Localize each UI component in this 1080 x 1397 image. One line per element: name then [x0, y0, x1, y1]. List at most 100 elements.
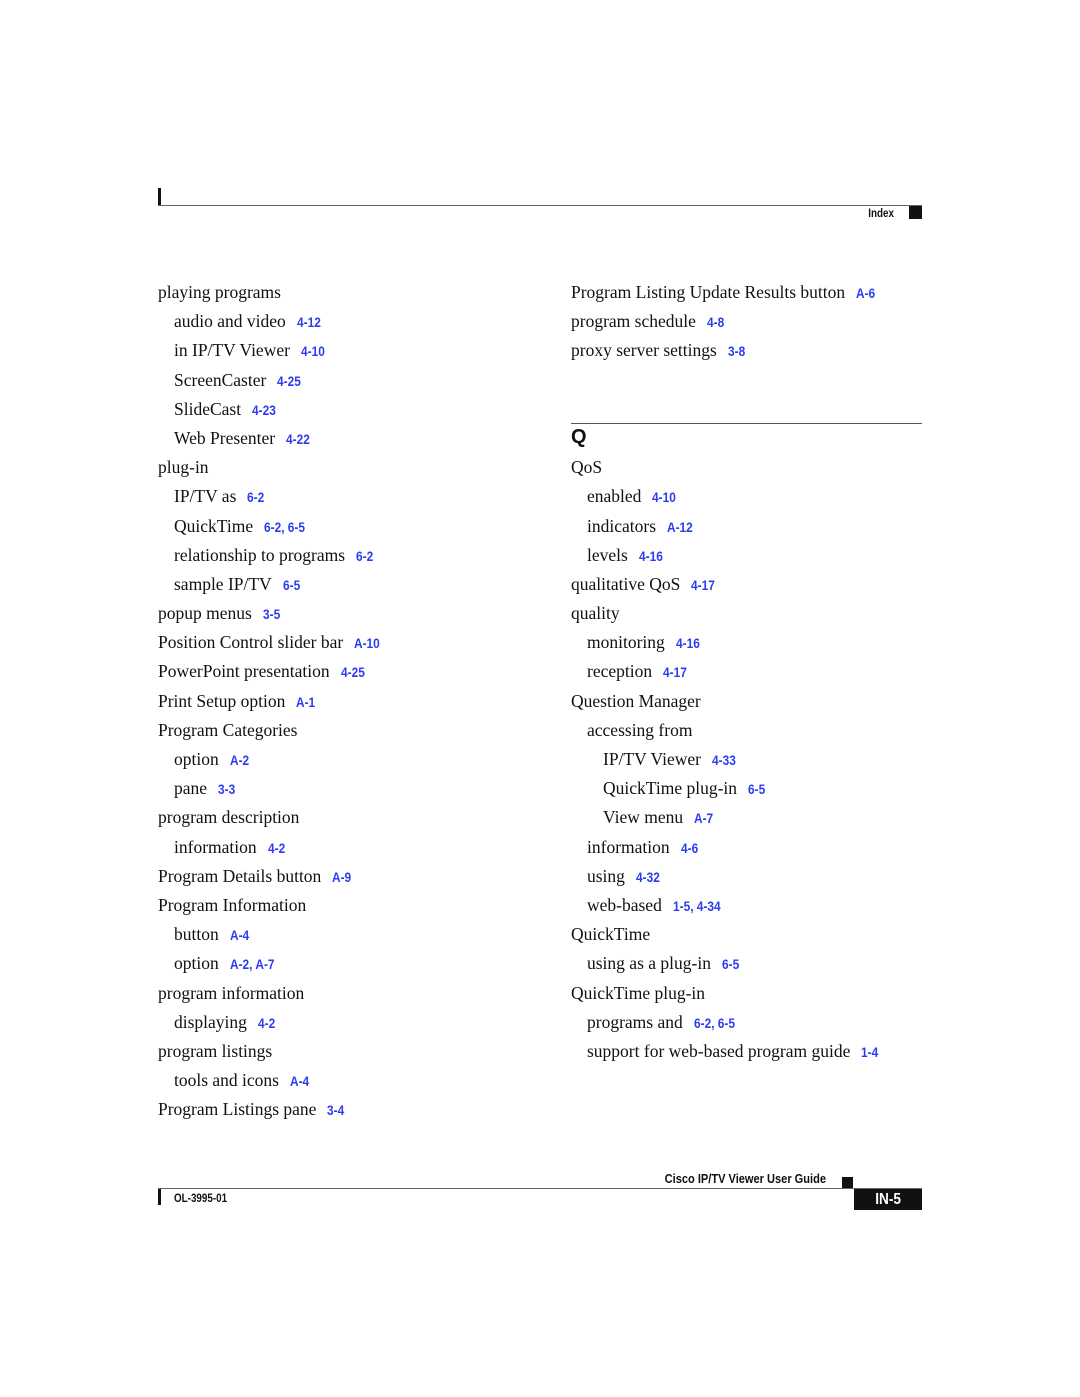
- index-entry: option A-2: [158, 745, 548, 774]
- index-entry: Program Details button A-9: [158, 862, 548, 891]
- index-entry: View menu A-7: [571, 803, 923, 832]
- index-term: Program Categories: [158, 719, 298, 740]
- index-entry: accessing from: [571, 716, 923, 745]
- page-reference-link[interactable]: 6-2: [247, 483, 264, 512]
- index-term: popup menus: [158, 603, 252, 624]
- page-reference-link[interactable]: 6-2, 6-5: [264, 513, 305, 542]
- page-reference-link[interactable]: 4-2: [268, 834, 285, 863]
- page-reference-link[interactable]: 4-12: [297, 308, 321, 337]
- index-entry: Web Presenter 4-22: [158, 424, 548, 453]
- index-term: information: [587, 836, 670, 857]
- index-entry: using 4-32: [571, 862, 923, 891]
- page-reference-link[interactable]: A-2, A-7: [230, 950, 275, 979]
- page-reference-link[interactable]: 4-10: [301, 337, 325, 366]
- page-reference-link[interactable]: 4-10: [652, 483, 676, 512]
- index-term: IP/TV as: [174, 486, 237, 507]
- index-term: enabled: [587, 486, 642, 507]
- page-reference-link[interactable]: 4-33: [712, 746, 736, 775]
- index-entry: in IP/TV Viewer 4-10: [158, 336, 548, 365]
- index-entry: QuickTime plug-in 6-5: [571, 774, 923, 803]
- page-reference-link[interactable]: 4-8: [707, 308, 724, 337]
- index-entry: web-based 1-5, 4-34: [571, 891, 923, 920]
- index-term: pane: [174, 778, 208, 799]
- index-page: Index playing programs audio and video 4-1…: [0, 0, 1080, 1397]
- index-entry: playing programs: [158, 278, 548, 307]
- index-entry: levels 4-16: [571, 541, 923, 570]
- index-term: tools and icons: [174, 1070, 279, 1091]
- page-reference-link[interactable]: 3-3: [218, 775, 235, 804]
- index-column-left: playing programs audio and video 4-12 in IP…: [158, 278, 548, 1124]
- index-term: in IP/TV Viewer: [174, 340, 290, 361]
- page-reference-link[interactable]: 4-25: [341, 658, 365, 687]
- index-term: playing programs: [158, 282, 281, 302]
- page-reference-link[interactable]: 4-17: [663, 658, 687, 687]
- index-entry: Program Listing Update Results button A-6: [571, 278, 923, 307]
- index-term: audio and video: [174, 311, 286, 332]
- page-reference-link[interactable]: A-12: [667, 513, 693, 542]
- index-entry: QuickTime 6-2, 6-5: [158, 512, 548, 541]
- page-reference-link[interactable]: A-4: [230, 921, 249, 950]
- page-reference-link[interactable]: A-9: [332, 863, 351, 892]
- page-reference-link[interactable]: 1-5, 4-34: [673, 892, 721, 921]
- footer-guide-title: Cisco IP/TV Viewer User Guide: [664, 1171, 826, 1186]
- page-reference-link[interactable]: A-6: [856, 279, 875, 308]
- index-term: support for web-based program guide: [587, 1040, 851, 1061]
- page-reference-link[interactable]: 4-6: [681, 834, 698, 863]
- index-entry: Program Listings pane 3-4: [158, 1095, 548, 1124]
- section-rule: [571, 422, 922, 424]
- index-entry: proxy server settings 3-8: [571, 336, 923, 365]
- index-term: proxy server settings: [571, 340, 717, 361]
- index-term: option: [174, 749, 219, 769]
- page-reference-link[interactable]: 4-32: [636, 863, 660, 892]
- section-heading-q: Q: [571, 395, 923, 453]
- page-reference-link[interactable]: A-4: [290, 1067, 309, 1096]
- footer-page-number: IN-5: [854, 1189, 922, 1210]
- page-reference-link[interactable]: 1-4: [861, 1038, 878, 1067]
- page-reference-link[interactable]: 4-17: [691, 571, 715, 600]
- index-term: button: [174, 924, 219, 945]
- index-entry: program information: [158, 979, 548, 1008]
- index-entry: audio and video 4-12: [158, 307, 548, 336]
- index-term: Program Information: [158, 894, 307, 915]
- index-term: monitoring: [587, 632, 665, 653]
- page-reference-link[interactable]: 6-2, 6-5: [694, 1009, 735, 1038]
- index-entry: displaying 4-2: [158, 1008, 548, 1037]
- index-group-p-continued: Program Listing Update Results button A-6…: [571, 278, 923, 366]
- section-letter: Q: [571, 425, 587, 448]
- page-reference-link[interactable]: 4-16: [676, 629, 700, 658]
- index-term: Web Presenter: [174, 427, 276, 448]
- page-reference-link[interactable]: A-7: [694, 804, 713, 833]
- index-term: reception: [587, 661, 653, 682]
- index-term: information: [174, 836, 257, 857]
- index-entry: pane 3-3: [158, 774, 548, 803]
- index-term: plug-in: [158, 457, 209, 478]
- page-reference-link[interactable]: 6-5: [283, 571, 300, 600]
- index-entry: Position Control slider bar A-10: [158, 628, 548, 657]
- page-reference-link[interactable]: 6-5: [722, 950, 739, 979]
- page-reference-link[interactable]: 4-16: [639, 542, 663, 571]
- page-reference-link[interactable]: A-10: [354, 629, 380, 658]
- index-entry: ScreenCaster 4-25: [158, 366, 548, 395]
- index-entry: PowerPoint presentation 4-25: [158, 657, 548, 686]
- index-entry: information 4-2: [158, 833, 548, 862]
- index-term: Program Listings pane: [158, 1099, 317, 1120]
- page-reference-link[interactable]: 6-2: [356, 542, 373, 571]
- page-reference-link[interactable]: 4-23: [252, 396, 276, 425]
- index-term: QoS: [571, 457, 603, 478]
- index-term: accessing from: [587, 719, 693, 740]
- index-term: QuickTime: [174, 515, 254, 536]
- page-reference-link[interactable]: 4-2: [258, 1009, 275, 1038]
- page-reference-link[interactable]: A-2: [230, 746, 249, 775]
- index-entry: monitoring 4-16: [571, 628, 923, 657]
- page-reference-link[interactable]: 4-22: [286, 425, 310, 454]
- page-reference-link[interactable]: 6-5: [748, 775, 765, 804]
- page-reference-link[interactable]: 4-25: [277, 367, 301, 396]
- page-reference-link[interactable]: 3-8: [728, 337, 745, 366]
- page-reference-link[interactable]: 3-4: [327, 1096, 344, 1125]
- index-entry: Print Setup option A-1: [158, 687, 548, 716]
- index-column-right: Program Listing Update Results button A-6…: [571, 278, 923, 1066]
- index-entry: programs and 6-2, 6-5: [571, 1008, 923, 1037]
- index-entry: reception 4-17: [571, 657, 923, 686]
- page-reference-link[interactable]: A-1: [296, 688, 315, 717]
- page-reference-link[interactable]: 3-5: [263, 600, 280, 629]
